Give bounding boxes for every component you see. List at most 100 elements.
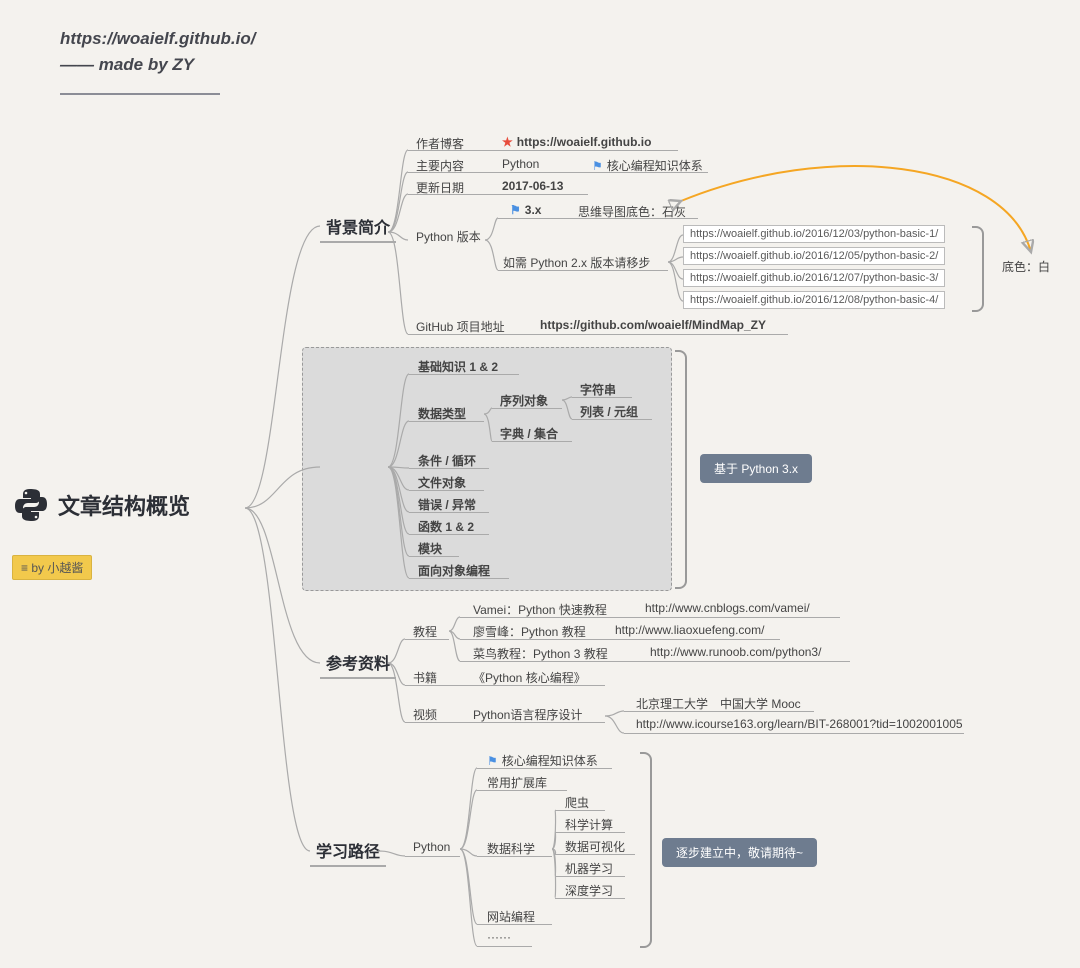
brace-icon [972, 226, 984, 312]
ref-t3-url[interactable]: http://www.runoob.com/python3/ [650, 645, 821, 659]
divider [492, 408, 562, 409]
bg-link-2[interactable]: https://woaielf.github.io/2016/12/05/pyt… [683, 247, 945, 265]
path-ds-4: 深度学习 [565, 882, 613, 899]
bg-ver-3x-text: 3.x [525, 203, 542, 217]
mind-dtype: 数据类型 [418, 405, 466, 422]
python-logo-icon [12, 486, 50, 524]
divider [409, 578, 509, 579]
mind-oop: 面向对象编程 [418, 562, 490, 579]
mind-str: 字符串 [580, 381, 616, 398]
bg-bgcolor-white: 底色：白 [1002, 258, 1050, 275]
path-more: ······ [487, 930, 511, 944]
section-path: 学习路径 [310, 838, 386, 867]
section-background: 背景简介 [320, 214, 396, 243]
flag-icon: ⚑ [510, 203, 521, 217]
divider [409, 421, 484, 422]
bg-link-4[interactable]: https://woaielf.github.io/2016/12/08/pyt… [683, 291, 945, 309]
divider [408, 334, 788, 335]
divider [492, 441, 572, 442]
divider [555, 898, 625, 899]
divider [408, 194, 588, 195]
path-ds-3: 机器学习 [565, 860, 613, 877]
author-tag: ≡ by 小越酱 [12, 555, 92, 580]
mind-basic: 基础知识 1 & 2 [418, 358, 498, 375]
ref-vid-lbl: 视频 [413, 706, 437, 723]
divider [409, 490, 484, 491]
flag-icon: ⚑ [487, 754, 498, 768]
divider [405, 722, 605, 723]
root-node: 文章结构概览 [12, 486, 190, 524]
header-made: —— made by ZY [60, 52, 255, 78]
ref-t1-name: Vamei：Python 快速教程 [473, 601, 607, 618]
brace-icon [675, 350, 687, 589]
path-ds-1: 科学计算 [565, 816, 613, 833]
ref-book-lbl: 书籍 [413, 669, 437, 686]
divider [409, 374, 519, 375]
divider [460, 617, 840, 618]
divider [460, 639, 780, 640]
ref-t2-url[interactable]: http://www.liaoxuefeng.com/ [615, 623, 764, 637]
header-url: https://woaielf.github.io/ [60, 26, 255, 52]
divider [460, 661, 850, 662]
path-pill: 逐步建立中，敬请期待~ [662, 838, 817, 867]
mind-err: 错误 / 异常 [418, 496, 476, 513]
mindmap-box [302, 347, 672, 591]
divider [572, 397, 632, 398]
ref-t1-url[interactable]: http://www.cnblogs.com/vamei/ [645, 601, 810, 615]
mind-func: 函数 1 & 2 [418, 518, 474, 535]
mind-cond: 条件 / 循环 [418, 452, 476, 469]
bg-link-1[interactable]: https://woaielf.github.io/2016/12/03/pyt… [683, 225, 945, 243]
author-text: by 小越酱 [31, 561, 83, 575]
divider [555, 810, 605, 811]
mind-pill: 基于 Python 3.x [700, 454, 812, 483]
path-ext: 常用扩展库 [487, 774, 547, 791]
divider [409, 468, 489, 469]
divider [405, 639, 449, 640]
divider [477, 856, 552, 857]
bg-blog-url[interactable]: ★ https://woaielf.github.io [502, 135, 651, 149]
ref-vid-val: Python语言程序设计 [473, 706, 582, 723]
mind-list: 列表 / 元组 [580, 403, 638, 420]
page-header: https://woaielf.github.io/ —— made by ZY [60, 26, 255, 103]
divider [498, 218, 698, 219]
mind-dict: 字典 / 集合 [500, 425, 558, 442]
ref-vid-uni1: 北京理工大学 [636, 695, 708, 712]
mind-mod: 模块 [418, 540, 442, 557]
path-ds-2: 数据可视化 [565, 838, 625, 855]
path-core-text: 核心编程知识体系 [502, 754, 598, 768]
divider [405, 685, 605, 686]
ref-tut-lbl: 教程 [413, 623, 437, 640]
divider [555, 832, 625, 833]
divider [624, 733, 964, 734]
brace-icon [640, 752, 652, 948]
ref-t2-name: 廖雪峰：Python 教程 [473, 623, 586, 640]
divider [409, 512, 489, 513]
divider [408, 172, 708, 173]
bg-blog-url-text: https://woaielf.github.io [517, 135, 652, 149]
bg-content-tag-text: 核心编程知识体系 [607, 159, 703, 173]
flag-icon: ⚑ [592, 159, 603, 173]
divider [555, 854, 635, 855]
ref-t3-name: 菜鸟教程：Python 3 教程 [473, 645, 608, 662]
divider [624, 711, 814, 712]
ref-vid-uni2: 中国大学 Mooc [720, 695, 801, 712]
bg-ver-2x-note: 如需 Python 2.x 版本请移步 [503, 254, 650, 271]
divider [572, 419, 652, 420]
bg-link-3[interactable]: https://woaielf.github.io/2016/12/07/pyt… [683, 269, 945, 287]
bg-github-url[interactable]: https://github.com/woaielf/MindMap_ZY [540, 318, 766, 332]
ref-book-val: 《Python 核心编程》 [473, 669, 586, 686]
divider [409, 534, 489, 535]
section-reference: 参考资料 [320, 650, 396, 679]
path-core: ⚑ 核心编程知识体系 [487, 752, 598, 769]
ref-vid-url[interactable]: http://www.icourse163.org/learn/BIT-2680… [636, 717, 963, 731]
path-ds-lbl: 数据科学 [487, 840, 535, 857]
bg-github-lbl: GitHub 项目地址 [416, 318, 505, 335]
divider [477, 946, 532, 947]
bg-ver-3x: ⚑ 3.x [510, 203, 541, 217]
path-py: Python [413, 840, 450, 854]
bg-content-val: Python [502, 157, 539, 171]
divider [477, 790, 567, 791]
divider [555, 876, 625, 877]
divider [477, 768, 612, 769]
star-icon: ★ [502, 135, 513, 149]
